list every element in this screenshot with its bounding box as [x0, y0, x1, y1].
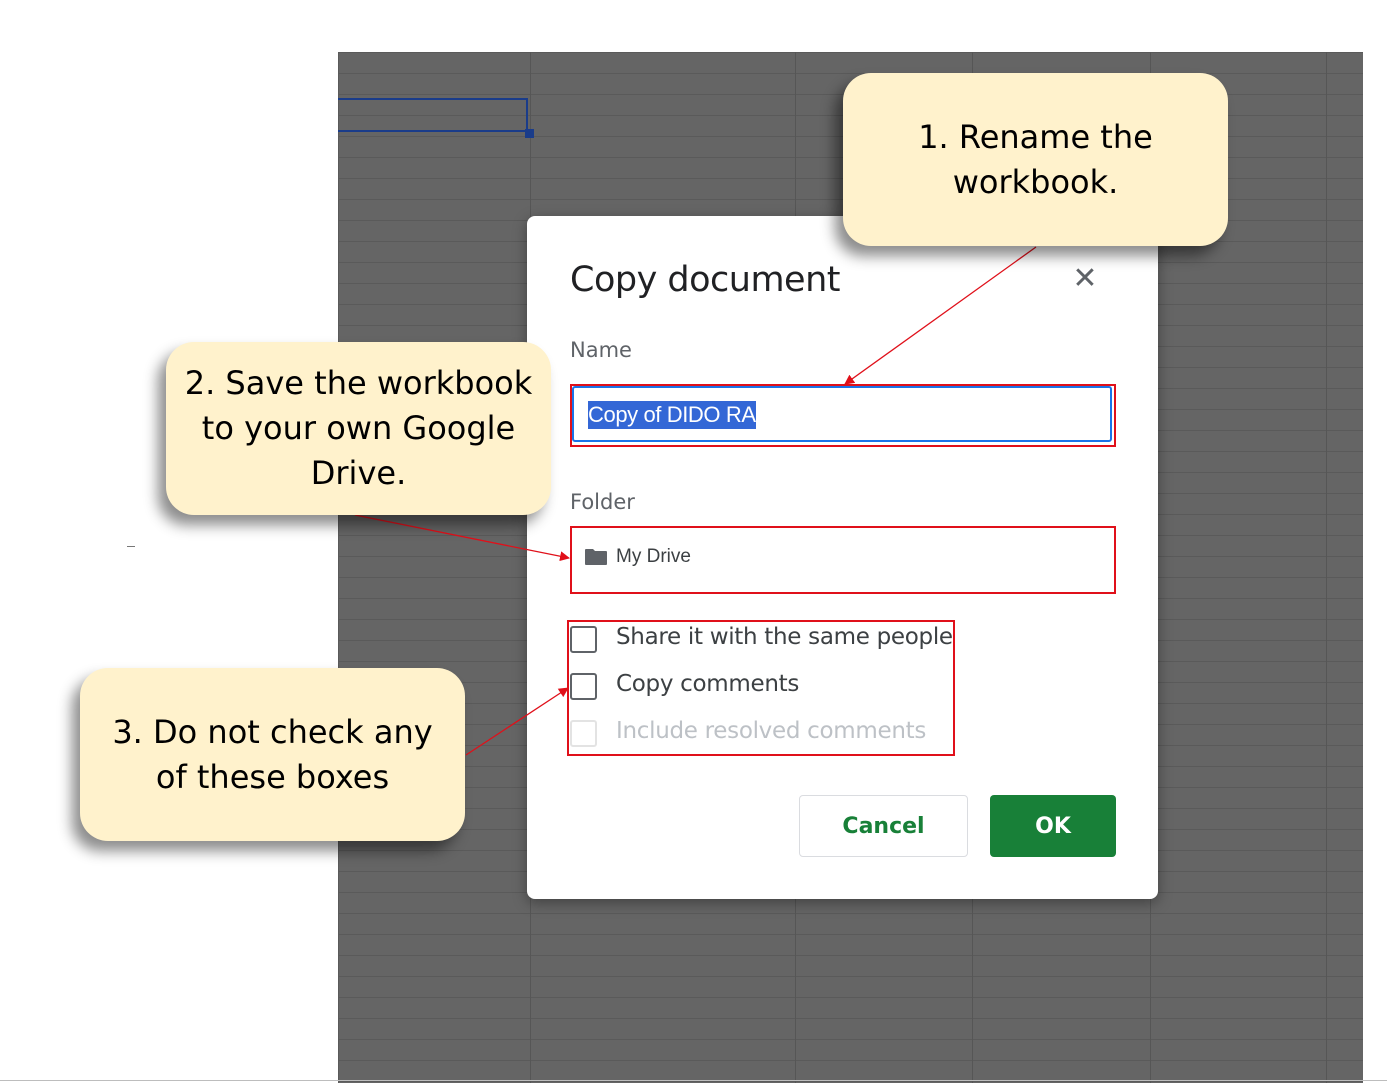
- callout-save-drive: 2. Save the workbook to your own Google …: [166, 342, 551, 515]
- folder-label: Folder: [570, 490, 635, 514]
- options-highlight-box: [567, 620, 955, 756]
- dialog-title: Copy document: [570, 260, 841, 300]
- column-divider: [1326, 52, 1327, 1083]
- callout-text: of these boxes: [155, 758, 390, 796]
- ok-button[interactable]: OK: [990, 795, 1116, 857]
- callout-text: Drive.: [310, 454, 407, 492]
- fill-handle[interactable]: [525, 129, 534, 138]
- stray-dash: [127, 546, 135, 547]
- callout-rename: 1. Rename the workbook.: [843, 73, 1228, 246]
- callout-text: workbook.: [952, 163, 1119, 201]
- callout-text: 2. Save the workbook: [184, 364, 533, 402]
- name-highlight-box: [570, 384, 1116, 447]
- folder-highlight-box: [570, 526, 1116, 594]
- close-icon[interactable]: ✕: [1070, 264, 1100, 294]
- cancel-button[interactable]: Cancel: [799, 795, 968, 857]
- callout-text: 3. Do not check any: [112, 713, 433, 751]
- callout-checkboxes: 3. Do not check any of these boxes: [80, 668, 465, 841]
- callout-text: 1. Rename the: [918, 118, 1153, 156]
- callout-text: to your own Google: [201, 409, 516, 447]
- selected-cell[interactable]: [338, 98, 528, 132]
- bottom-divider: [0, 1080, 1387, 1081]
- name-label: Name: [570, 338, 632, 362]
